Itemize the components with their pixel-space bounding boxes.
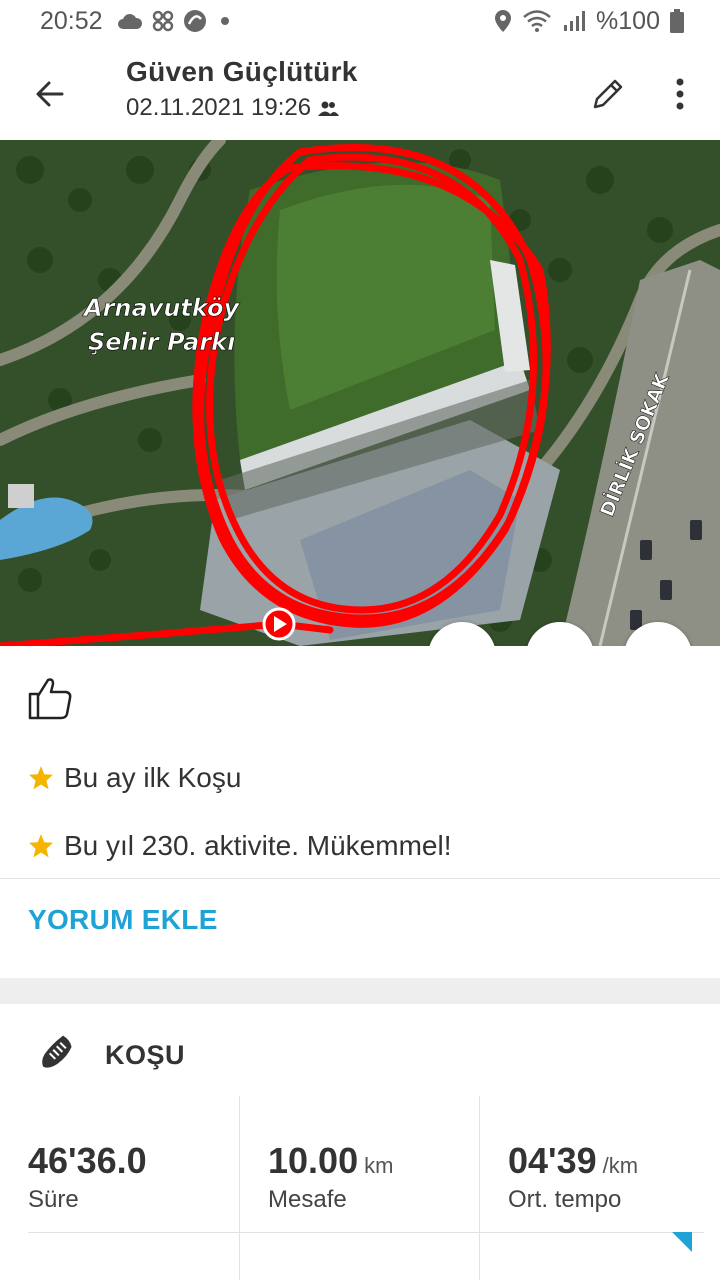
wifi-icon: [523, 10, 551, 32]
achievement-item: Bu ay ilk Koşu: [28, 762, 241, 794]
battery-icon: [670, 9, 684, 33]
location-icon: [495, 10, 512, 32]
activity-summary-card: KOŞU 46'36.0 Süre 10.00 km Mesafe 04'39/k…: [0, 1004, 720, 1280]
app-bar: Güven Güçlütürk 02.11.2021 19:26: [0, 42, 720, 140]
add-comment-button[interactable]: YORUM EKLE: [28, 904, 218, 936]
back-button[interactable]: [22, 66, 78, 122]
map-park-label-2: Şehir Parkı: [88, 328, 235, 356]
stat-avg-pace: 04'39/km Ort. tempo: [480, 1094, 720, 1280]
battery-percent: %100: [596, 6, 660, 35]
activity-datetime: 02.11.2021 19:26: [126, 94, 312, 121]
social-card: Bu ay ilk Koşu Bu yıl 230. aktivite. Mük…: [0, 646, 720, 978]
pencil-icon: [593, 79, 623, 109]
stat-row-divider: [28, 1232, 704, 1233]
edit-button[interactable]: [582, 68, 634, 120]
stat-unit: /km: [602, 1153, 639, 1178]
notification-icons: [117, 9, 229, 33]
more-notifications-dot: [220, 17, 229, 25]
stat-unit: km: [364, 1153, 394, 1178]
achievement-text: Bu ay ilk Koşu: [64, 762, 242, 793]
stat-value: 04'39: [508, 1140, 597, 1181]
status-time: 20:52: [40, 6, 103, 35]
more-options-button[interactable]: [660, 68, 700, 120]
stat-divider: [239, 1096, 240, 1280]
more-vert-icon: [676, 78, 684, 110]
stat-label: Ort. tempo: [508, 1186, 622, 1213]
stat-label: Süre: [28, 1186, 79, 1213]
arrow-left-icon: [36, 81, 64, 107]
running-shoe-icon: [42, 1035, 72, 1068]
achievement-item: Bu yıl 230. aktivite. Mükemmel!: [28, 830, 451, 862]
stat-distance: 10.00 km Mesafe: [240, 1094, 480, 1280]
status-bar: 20:52 %100: [0, 0, 720, 42]
cloud-icon: [117, 14, 142, 29]
sport-type-label: KOŞU: [105, 1040, 186, 1070]
thumbs-up-icon: [28, 678, 72, 720]
divider: [0, 878, 720, 879]
stat-expand-indicator[interactable]: [672, 1232, 692, 1252]
people-icon: [318, 101, 340, 116]
carrier-logo-icon: [183, 10, 206, 32]
achievement-text: Bu yıl 230. aktivite. Mükemmel!: [64, 830, 452, 861]
stat-label: Mesafe: [268, 1186, 347, 1213]
signal-icon: [564, 11, 586, 31]
like-button[interactable]: [26, 674, 74, 722]
star-icon: [29, 766, 53, 790]
route-map[interactable]: Arnavutköy Şehir Parkı DİRLİK SOKAK: [0, 140, 720, 646]
stat-duration: 46'36.0 Süre: [0, 1094, 240, 1280]
page-title: Güven Güçlütürk: [126, 56, 358, 87]
satellite-map-image: Arnavutköy Şehir Parkı DİRLİK SOKAK: [0, 140, 720, 646]
stat-value: 10.00: [268, 1140, 359, 1181]
pinwheel-icon: [152, 10, 173, 32]
start-marker-icon: [262, 607, 296, 641]
star-icon: [29, 834, 53, 858]
stat-divider: [479, 1096, 480, 1280]
map-park-label-1: Arnavutköy: [82, 294, 240, 322]
section-gap: [0, 978, 720, 1004]
stat-value: 46'36.0: [28, 1140, 147, 1181]
